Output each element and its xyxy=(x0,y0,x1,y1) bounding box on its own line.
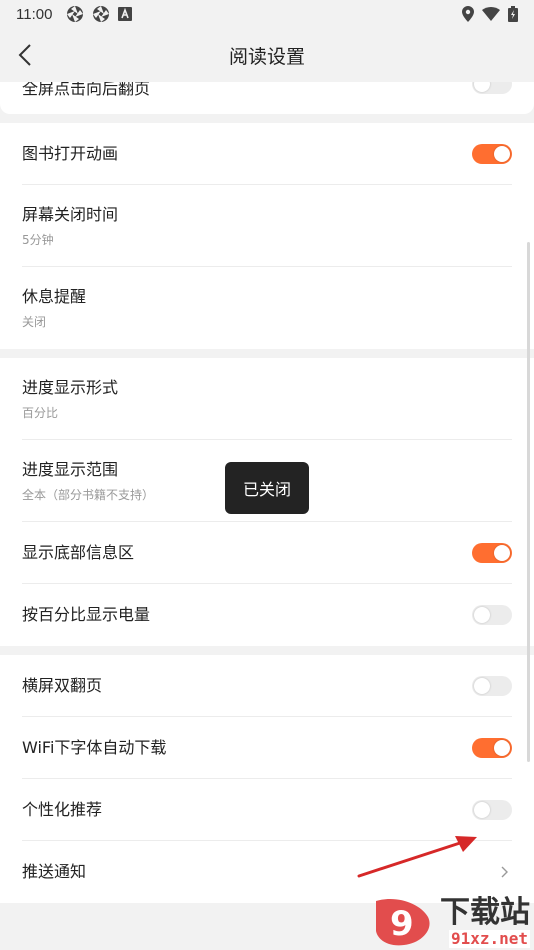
setting-row-landscape-double-page[interactable]: 横屏双翻页 xyxy=(22,655,512,717)
settings-list[interactable]: 全屏点击向后翻页 图书打开动画 屏幕关闭时间 5分钟 休息提醒 关闭 进度显示形… xyxy=(0,82,534,950)
battery-icon xyxy=(508,6,518,22)
setting-value: 关闭 xyxy=(22,315,47,329)
setting-row-screen-off-time[interactable]: 屏幕关闭时间 5分钟 xyxy=(22,185,512,267)
watermark-text: 下载站 91xz.net xyxy=(440,896,530,948)
watermark-logo-icon: 9 xyxy=(376,898,430,946)
a-box-icon xyxy=(118,7,133,21)
setting-label: 横屏双翻页 xyxy=(22,675,103,695)
section-gap xyxy=(0,349,534,358)
setting-row-wifi-font-download[interactable]: WiFi下字体自动下载 xyxy=(22,717,512,779)
status-bar: 11:00 xyxy=(0,0,534,28)
setting-label: 全屏点击向后翻页 xyxy=(22,82,151,98)
setting-label: 图书打开动画 xyxy=(22,143,119,163)
setting-row-rest-reminder[interactable]: 休息提醒 关闭 xyxy=(22,267,512,349)
setting-row-battery-percent[interactable]: 按百分比显示电量 xyxy=(22,584,512,646)
status-icons-right xyxy=(462,6,518,22)
setting-label: 显示底部信息区 xyxy=(22,542,135,562)
setting-row-bottom-info[interactable]: 显示底部信息区 xyxy=(22,522,512,584)
setting-label: WiFi下字体自动下载 xyxy=(22,737,167,757)
wifi-font-download-toggle[interactable] xyxy=(472,737,512,758)
section-gap xyxy=(0,114,534,123)
back-button[interactable] xyxy=(10,40,40,70)
setting-label: 休息提醒 xyxy=(22,287,87,306)
status-icons-left xyxy=(66,5,133,23)
status-time: 11:00 xyxy=(16,5,53,23)
setting-label: 屏幕关闭时间 xyxy=(22,204,119,224)
battery-percent-toggle[interactable] xyxy=(472,605,512,625)
setting-value: 5分钟 xyxy=(22,232,54,247)
watermark: 9 下载站 91xz.net xyxy=(370,896,530,948)
aperture-icon xyxy=(93,6,110,22)
bottom-info-toggle[interactable] xyxy=(472,542,512,563)
chevron-right-icon xyxy=(501,866,508,878)
section-gap xyxy=(0,646,534,655)
setting-label: 进度显示形式 xyxy=(22,377,119,397)
setting-row-book-open-animation[interactable]: 图书打开动画 xyxy=(22,123,512,185)
annotation-arrow-icon xyxy=(357,836,477,878)
setting-label: 按百分比显示电量 xyxy=(22,605,151,624)
setting-row-progress-format[interactable]: 进度显示形式 百分比 xyxy=(22,358,512,440)
wifi-icon xyxy=(482,7,500,21)
aperture-icon xyxy=(67,6,84,22)
setting-value: 百分比 xyxy=(22,405,59,420)
location-icon xyxy=(462,6,474,22)
scrollbar[interactable] xyxy=(527,242,530,762)
setting-row-fullscreen-tap[interactable]: 全屏点击向后翻页 xyxy=(22,82,512,114)
watermark-title: 下载站 xyxy=(440,895,530,930)
svg-text:9: 9 xyxy=(390,904,414,944)
back-arrow-icon xyxy=(18,44,31,66)
setting-label: 个性化推荐 xyxy=(22,799,103,819)
toast-message: 已关闭 xyxy=(225,462,309,514)
page-title: 阅读设置 xyxy=(228,45,305,68)
settings-section-0: 全屏点击向后翻页 xyxy=(0,82,534,114)
watermark-url: 91xz.net xyxy=(448,929,530,948)
landscape-double-page-toggle[interactable] xyxy=(472,675,512,696)
title-bar: 阅读设置 xyxy=(0,28,534,82)
fullscreen-tap-toggle[interactable] xyxy=(472,82,512,94)
personalized-recommend-toggle[interactable] xyxy=(472,799,512,820)
settings-section-1: 图书打开动画 屏幕关闭时间 5分钟 休息提醒 关闭 xyxy=(0,123,534,349)
book-open-animation-toggle[interactable] xyxy=(472,143,512,164)
